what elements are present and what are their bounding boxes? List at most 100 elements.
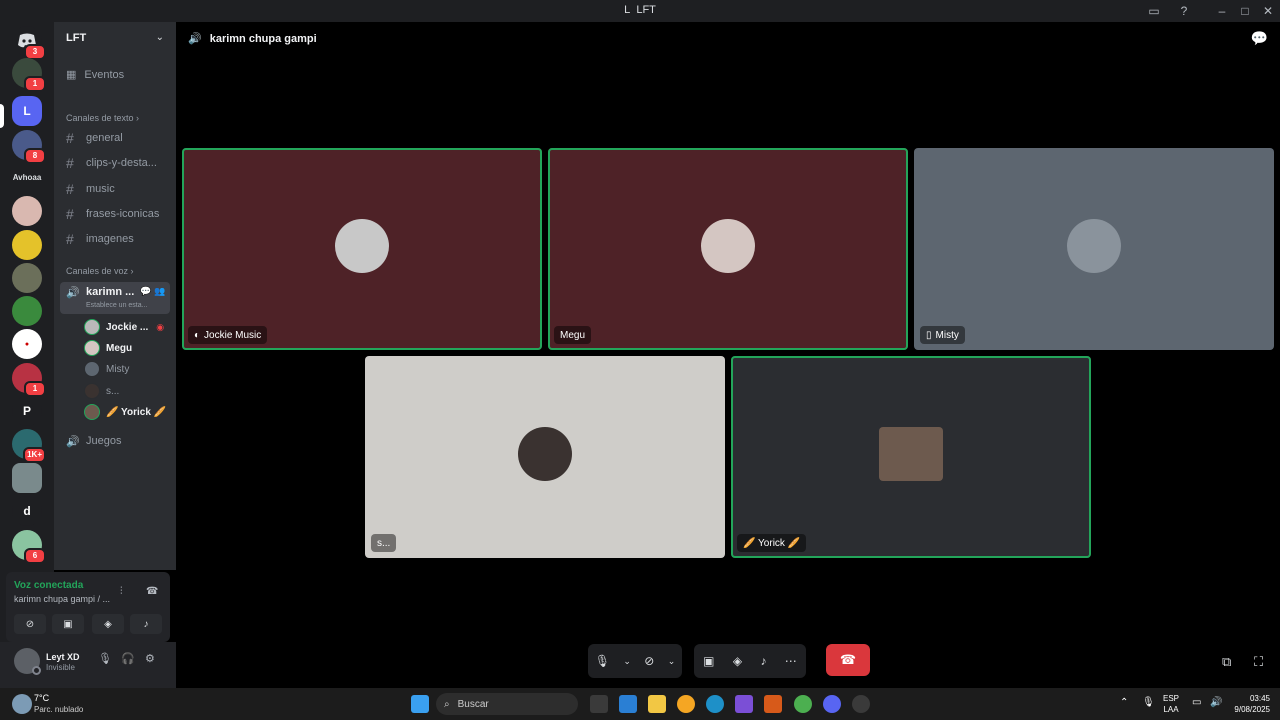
voice-user-jockie[interactable]: Jockie ... ◉ bbox=[84, 318, 164, 336]
voice-status[interactable]: Voz conectada bbox=[14, 580, 83, 591]
activities-button[interactable]: ◈ bbox=[92, 614, 124, 634]
server-folder-label[interactable]: Avhoaa bbox=[4, 173, 50, 182]
maximize-icon[interactable]: □ bbox=[1237, 3, 1253, 19]
more-icon[interactable]: ⋯ bbox=[785, 654, 797, 668]
discord-home-icon[interactable]: 3 bbox=[12, 26, 46, 60]
participant-tile-megu[interactable]: Megu bbox=[548, 148, 908, 350]
microphone-icon[interactable]: 🎙 bbox=[595, 654, 610, 668]
discord-taskbar-icon[interactable] bbox=[823, 695, 841, 713]
help-icon[interactable]: ? bbox=[1176, 3, 1192, 19]
server-icon-p[interactable]: P bbox=[12, 396, 42, 426]
server-icon-lft[interactable]: L bbox=[12, 96, 42, 126]
user-name[interactable]: Leyt XD bbox=[46, 652, 80, 662]
app-icon[interactable] bbox=[852, 695, 870, 713]
events-link[interactable]: ▦ Eventos bbox=[66, 68, 124, 82]
invite-icon[interactable]: 👥 bbox=[154, 286, 165, 297]
selected-indicator bbox=[0, 104, 4, 128]
hash-icon: # bbox=[66, 130, 74, 146]
close-icon[interactable]: ✕ bbox=[1260, 3, 1276, 19]
microphone-icon[interactable]: 🎙 bbox=[1142, 697, 1155, 708]
server-icon[interactable]: 1 bbox=[12, 58, 46, 92]
microphone-icon[interactable]: 🎙 bbox=[98, 652, 112, 665]
headphones-icon[interactable]: 🎧 bbox=[121, 652, 135, 665]
channel-clips[interactable]: # clips-y-desta... bbox=[62, 152, 170, 174]
participant-tile-jockie[interactable]: ◐ Jockie Music bbox=[182, 148, 542, 350]
language-indicator[interactable]: ESP LAA bbox=[1163, 693, 1179, 715]
category-text-channels[interactable]: Canales de texto › bbox=[66, 113, 139, 123]
avatar bbox=[84, 361, 100, 377]
inbox-icon[interactable]: ▭ bbox=[1146, 3, 1162, 19]
network-icon[interactable]: ▭ bbox=[1192, 697, 1201, 708]
channel-general[interactable]: # general bbox=[62, 127, 170, 149]
chat-bubble-icon[interactable]: 💬 bbox=[1251, 30, 1268, 47]
server-icon[interactable]: 6 bbox=[12, 530, 46, 564]
voice-user-s[interactable]: s... bbox=[84, 382, 119, 400]
participant-tile-misty[interactable]: ▯ Misty bbox=[914, 148, 1274, 350]
minimize-icon[interactable]: – bbox=[1214, 3, 1230, 19]
channel-frases[interactable]: # frases-iconicas bbox=[62, 203, 170, 225]
voice-user-misty[interactable]: Misty bbox=[84, 360, 129, 378]
clock[interactable]: 03:45 9/08/2025 bbox=[1234, 693, 1270, 715]
store-icon[interactable] bbox=[619, 695, 637, 713]
server-icon[interactable] bbox=[12, 296, 42, 326]
chevron-down-icon[interactable]: ⌄ bbox=[668, 656, 676, 667]
voice-user-yorick[interactable]: 🥖 Yorick 🥖 bbox=[84, 403, 166, 421]
windows-start-icon[interactable] bbox=[411, 695, 429, 713]
screen-share-icon[interactable]: ▣ bbox=[703, 654, 714, 668]
category-voice-channels[interactable]: Canales de voz › bbox=[66, 266, 134, 276]
weather-desc[interactable]: Parc. nublado bbox=[34, 705, 83, 714]
guild-name: LFT bbox=[66, 32, 87, 44]
chrome-icon[interactable] bbox=[794, 695, 812, 713]
hash-icon: # bbox=[66, 155, 74, 171]
server-icon[interactable] bbox=[12, 463, 42, 493]
task-view-icon[interactable] bbox=[590, 695, 608, 713]
chevron-up-icon[interactable]: ⌃ bbox=[1120, 697, 1128, 708]
weather-icon[interactable] bbox=[12, 694, 32, 714]
disconnect-icon[interactable]: ☎ bbox=[146, 586, 158, 597]
soundboard-icon[interactable]: ♪ bbox=[760, 654, 766, 668]
file-explorer-icon[interactable] bbox=[648, 695, 666, 713]
channel-imagenes[interactable]: # imagenes bbox=[62, 228, 170, 250]
soundboard-button[interactable]: ♪ bbox=[130, 614, 162, 634]
chevron-down-icon[interactable]: ⌄ bbox=[623, 656, 631, 667]
search-input[interactable]: ⌕ Buscar bbox=[436, 693, 578, 715]
server-icon[interactable] bbox=[12, 263, 42, 293]
guild-header[interactable]: LFT ⌄ bbox=[54, 22, 176, 56]
server-icon[interactable]: ● bbox=[12, 329, 42, 359]
screen-share-button[interactable]: ▣ bbox=[52, 614, 84, 634]
copilot-icon[interactable] bbox=[735, 695, 753, 713]
avatar bbox=[701, 219, 755, 273]
participant-tile-yorick[interactable]: 🥖 Yorick 🥖 bbox=[731, 356, 1091, 558]
hash-icon: # bbox=[66, 206, 74, 222]
participant-label: 🥖 Yorick 🥖 bbox=[737, 534, 807, 552]
mobile-icon: ▯ bbox=[926, 329, 932, 341]
chat-bubble-icon[interactable]: 💬 bbox=[140, 286, 151, 297]
server-icon[interactable]: 8 bbox=[12, 130, 46, 164]
app-icon[interactable] bbox=[677, 695, 695, 713]
disconnect-button[interactable]: ☎ bbox=[826, 644, 870, 676]
voice-channel-active[interactable]: 🔊 karimn ... Establece un esta... 💬 👥 bbox=[60, 282, 170, 314]
noise-suppression-icon[interactable]: ⫶ bbox=[120, 586, 123, 597]
participant-tile-s[interactable]: s... bbox=[365, 356, 725, 558]
voice-channel-juegos[interactable]: 🔊 Juegos bbox=[62, 430, 170, 452]
activities-icon[interactable]: ◈ bbox=[733, 654, 742, 668]
popout-icon[interactable]: ⧉ bbox=[1222, 654, 1231, 670]
voice-user-megu[interactable]: Megu bbox=[84, 339, 132, 357]
server-icon[interactable]: 1K+ bbox=[12, 429, 46, 463]
camera-off-icon[interactable]: ⊘ bbox=[644, 654, 654, 668]
volume-icon[interactable]: 🔊 bbox=[1210, 697, 1222, 708]
gear-icon[interactable]: ⚙ bbox=[145, 652, 155, 665]
server-icon-d[interactable]: d bbox=[12, 496, 42, 526]
fullscreen-icon[interactable]: ⛶ bbox=[1254, 654, 1263, 670]
server-icon[interactable] bbox=[12, 230, 42, 260]
app-icon[interactable] bbox=[764, 695, 782, 713]
server-icon[interactable]: 1 bbox=[12, 363, 46, 397]
camera-off-button[interactable]: ⊘ bbox=[14, 614, 46, 634]
voice-channel-path[interactable]: karimn chupa gampi / ... bbox=[14, 594, 110, 604]
server-icon[interactable] bbox=[12, 196, 42, 226]
weather-temp[interactable]: 7°C bbox=[34, 693, 49, 703]
participant-label: ◐ Jockie Music bbox=[188, 326, 268, 344]
channel-music[interactable]: # music bbox=[62, 178, 170, 200]
avatar bbox=[84, 404, 100, 420]
edge-icon[interactable] bbox=[706, 695, 724, 713]
